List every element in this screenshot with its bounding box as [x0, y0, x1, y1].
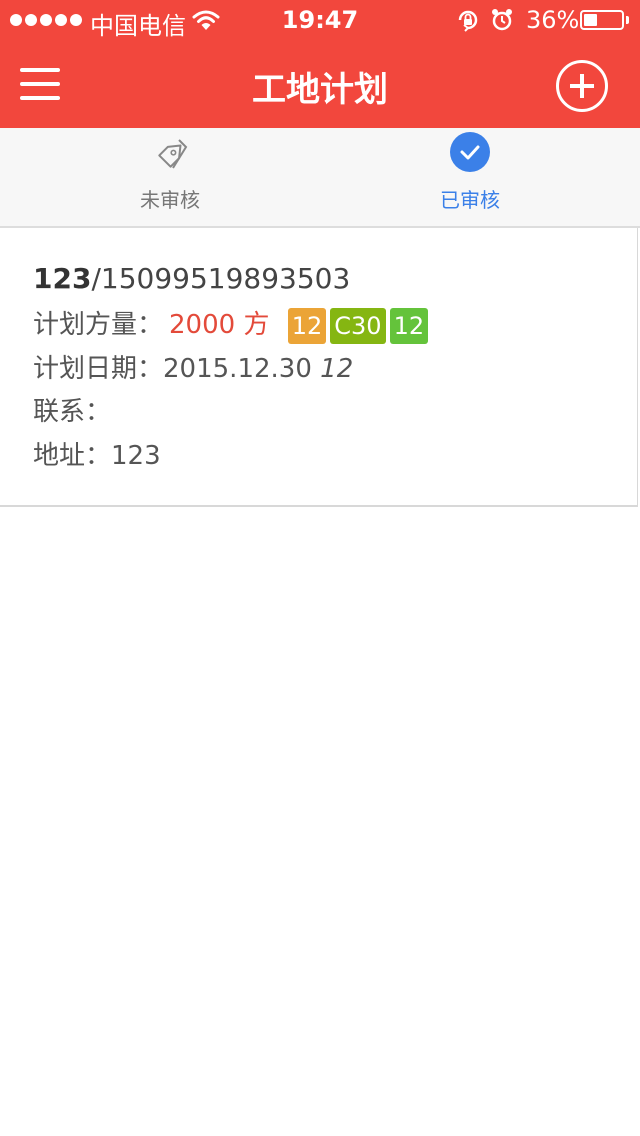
time-value: 12	[320, 354, 354, 384]
battery-icon	[580, 10, 624, 30]
quantity-value: 2000 方	[169, 310, 270, 340]
date-value: 2015.12.30	[163, 354, 312, 384]
plan-contact-row: 联系：	[33, 391, 111, 428]
tag-icon	[158, 139, 188, 169]
plan-heading: 123/15099519893503	[33, 262, 350, 295]
date-label: 计划日期：	[33, 354, 164, 384]
quantity-label: 计划方量：	[33, 310, 164, 340]
battery-tip	[626, 16, 629, 24]
site-code: 123	[33, 262, 92, 295]
plan-date-row: 计划日期：2015.12.30 12	[33, 348, 353, 385]
plan-quantity-row: 计划方量： 2000 方 12 C30 12	[33, 304, 429, 344]
app-header: 中国电信 19:47 36% 工地计划	[0, 0, 640, 128]
alarm-icon	[492, 9, 512, 31]
contact-label: 联系：	[33, 397, 112, 427]
page-title: 工地计划	[252, 70, 388, 110]
tag-badge: 12	[287, 307, 327, 344]
tab-unreviewed[interactable]: 未审核	[10, 128, 330, 226]
address-label: 地址：	[33, 441, 112, 471]
tag-badge: 12	[389, 307, 429, 344]
add-plan-button[interactable]	[556, 60, 608, 112]
nav-bar: 工地计划	[0, 40, 640, 128]
address-value: 123	[111, 441, 161, 471]
tab-reviewed-label: 已审核	[440, 188, 500, 212]
battery-level	[584, 14, 597, 26]
status-bar: 中国电信 19:47 36%	[0, 0, 640, 40]
review-tab-bar: 未审核 已审核	[0, 128, 640, 228]
tab-reviewed[interactable]: 已审核	[310, 128, 630, 226]
rotation-lock-icon	[458, 10, 478, 32]
concrete-grade-badge: C30	[330, 307, 386, 344]
phone-number: /15099519893503	[91, 262, 351, 295]
plan-card[interactable]: 123/15099519893503 计划方量： 2000 方 12 C30 12 计…	[0, 228, 638, 507]
tab-unreviewed-label: 未审核	[140, 188, 200, 212]
plan-address-row: 地址：123	[33, 435, 161, 472]
battery-percent: 36%	[526, 6, 580, 34]
check-circle-icon	[450, 132, 490, 172]
